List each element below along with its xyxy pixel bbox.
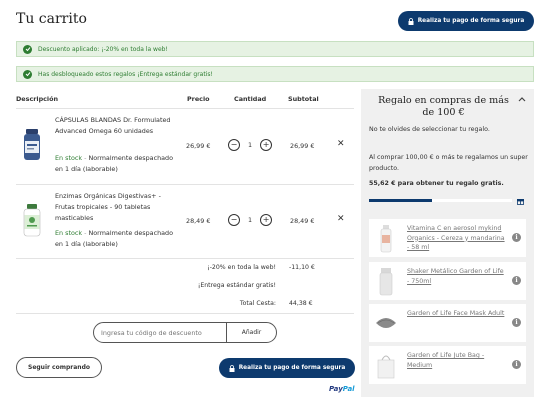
product-stock: En stock - Normalmente despachado en 1 d… (55, 229, 174, 248)
product-price: 28,49 € (186, 217, 211, 225)
minus-button[interactable]: − (228, 139, 240, 151)
discount-banner-text: Descuento aplicado: ¡-20% en toda la web… (38, 45, 168, 53)
product-stock: En stock - Normalmente despachado en 1 d… (55, 154, 174, 173)
gift-unlocked-text: Has desbloqueado estos regalos ¡Entrega … (38, 70, 213, 78)
gift-name[interactable]: Shaker Metálico Garden of Life - 750ml (407, 267, 507, 286)
col-price: Precio (187, 95, 210, 103)
divider (16, 313, 354, 314)
total-value: 44,38 € (289, 300, 313, 307)
coupon-form: Añadir (93, 322, 277, 343)
info-icon[interactable]: i (512, 276, 521, 285)
discount-value: -11,10 € (289, 264, 315, 271)
quantity-stepper: − 1 + (228, 214, 273, 226)
omega-product-image[interactable] (23, 127, 41, 161)
enzymes-product-image[interactable] (23, 203, 41, 237)
divider (16, 108, 354, 109)
gift-promo: Al comprar 100,00 € o más te regalamos u… (369, 154, 528, 172)
shaker-image (379, 268, 393, 296)
gift-unlocked-banner: Has desbloqueado estos regalos ¡Entrega … (16, 66, 534, 82)
quantity-stepper: − 1 + (228, 139, 273, 151)
secure-pay-label: Realiza tu pago de forma segura (238, 365, 346, 371)
info-icon[interactable]: i (512, 318, 521, 327)
continue-shopping-button[interactable]: Seguir comprando (16, 357, 102, 378)
gift-name[interactable]: Vitamina C en aerosol mykind Organics - … (407, 224, 507, 253)
minus-button[interactable]: − (228, 214, 240, 226)
coupon-input[interactable] (94, 323, 226, 342)
product-subtotal: 28,49 € (290, 217, 315, 225)
product-name[interactable]: CÁPSULAS BLANDAS Dr. Formulated Advanced… (55, 115, 175, 137)
gift-item[interactable]: Shaker Metálico Garden of Life - 750ml i (369, 262, 526, 300)
paypal-logo[interactable]: PayPal (329, 385, 355, 393)
apply-coupon-button[interactable]: Añadir (226, 323, 276, 342)
remove-item-icon[interactable]: ✕ (337, 139, 345, 149)
gift-item[interactable]: Garden of Life Jute Bag - Medium i (369, 346, 526, 384)
remove-item-icon[interactable]: ✕ (337, 214, 345, 224)
product-name[interactable]: Enzimas Orgánicas Digestivas+ - Frutas t… (55, 191, 175, 224)
shipping-label: ¡Entrega estándar gratis! (197, 282, 276, 289)
col-subtotal: Subtotal (288, 95, 319, 103)
gift-panel-title: Regalo en compras de más de 100 € (378, 95, 509, 118)
gift-remaining: 55,62 € para obtener tu regalo gratis. (369, 180, 504, 187)
check-icon (23, 69, 32, 79)
secure-pay-button-top[interactable]: Realiza tu pago de forma segura (398, 11, 534, 31)
secure-pay-label: Realiza tu pago de forma segura (417, 18, 525, 24)
divider (16, 184, 354, 185)
quantity-value: 1 (248, 216, 253, 224)
divider (16, 258, 354, 259)
gift-icon (517, 199, 524, 205)
total-label: Total Cesta: (239, 300, 276, 307)
stock-status: En stock (55, 154, 83, 162)
col-quantity: Cantidad (234, 95, 267, 103)
spray-bottle-image (380, 225, 392, 253)
gift-progress-fill (369, 199, 432, 202)
lock-icon (408, 17, 414, 25)
plus-button[interactable]: + (260, 214, 273, 226)
info-icon[interactable]: i (512, 233, 521, 242)
gift-name[interactable]: Garden of Life Jute Bag - Medium (407, 351, 507, 370)
product-price: 26,99 € (186, 142, 211, 150)
face-mask-image (376, 318, 396, 328)
jute-bag-image (377, 355, 395, 379)
page-title: Tu carrito (16, 11, 87, 27)
lock-icon (229, 364, 235, 372)
discount-banner: Descuento aplicado: ¡-20% en toda la web… (16, 41, 534, 57)
chevron-up-icon[interactable] (518, 96, 526, 102)
plus-button[interactable]: + (260, 139, 273, 151)
gift-item[interactable]: Garden of Life Face Mask Adult i (369, 304, 526, 342)
col-description: Descripción (16, 95, 59, 103)
info-icon[interactable]: i (512, 360, 521, 369)
gift-item[interactable]: Vitamina C en aerosol mykind Organics - … (369, 219, 526, 257)
product-subtotal: 26,99 € (290, 142, 315, 150)
stock-status: En stock (55, 229, 83, 237)
secure-pay-button-bottom[interactable]: Realiza tu pago de forma segura (219, 358, 355, 378)
gift-name[interactable]: Garden of Life Face Mask Adult (407, 309, 507, 319)
quantity-value: 1 (248, 141, 253, 149)
gift-progress-track (369, 199, 512, 202)
check-icon (23, 44, 32, 54)
discount-label: ¡-20% en toda la web! (207, 264, 276, 271)
gift-reminder: No te olvides de seleccionar tu regalo. (369, 126, 490, 133)
